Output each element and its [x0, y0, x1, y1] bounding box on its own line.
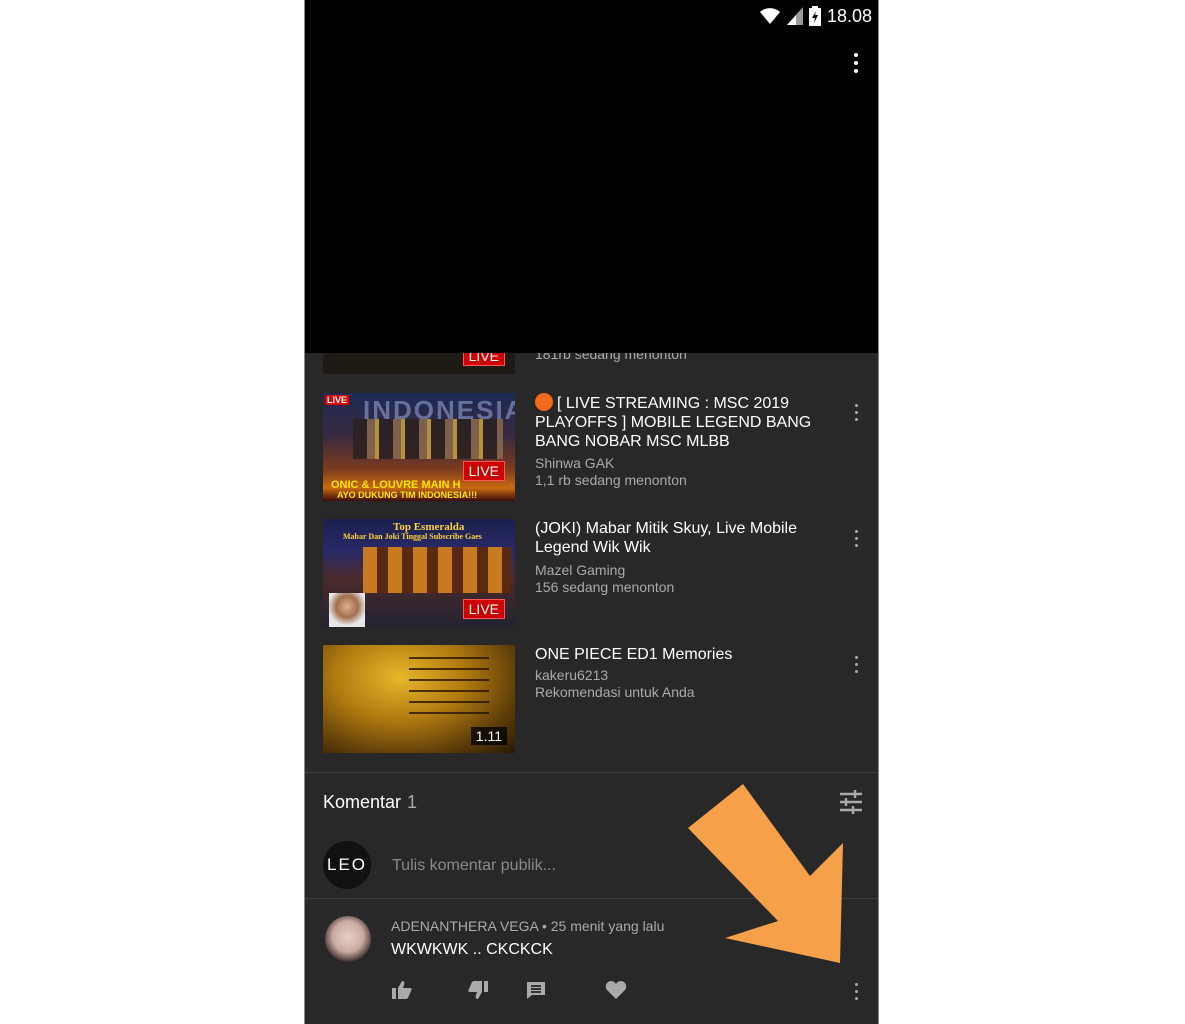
more-vert-icon[interactable]	[850, 401, 862, 423]
reply-icon[interactable]	[525, 980, 547, 1000]
heart-icon[interactable]	[605, 980, 627, 1000]
more-vert-icon[interactable]	[850, 653, 862, 675]
comments-title: Komentar 1	[323, 792, 417, 813]
live-indicator-icon	[535, 393, 553, 411]
list-item[interactable]: INDONESIA LIVE ONIC & LOUVRE MAIN H AYO …	[305, 393, 878, 503]
duration-badge: 1.11	[470, 727, 507, 745]
live-badge: LIVE	[462, 599, 505, 619]
avatar[interactable]	[325, 916, 371, 962]
comment-separator: •	[541, 918, 547, 934]
video-title: ONE PIECE ED1 Memories	[535, 646, 733, 663]
video-stat: 156 sedang menonton	[535, 579, 675, 595]
battery-icon	[808, 6, 821, 26]
live-badge: LIVE	[462, 461, 505, 481]
video-title: (JOKI) Mabar Mitik Skuy, Live Mobile Leg…	[535, 520, 797, 556]
comment-input[interactable]	[390, 852, 794, 880]
video-stat: Rekomendasi untuk Anda	[535, 684, 695, 700]
comment-header: ADENANTHERA VEGA • 25 menit yang lalu	[391, 918, 664, 934]
comments-header[interactable]: Komentar 1	[305, 772, 878, 833]
video-title: [ LIVE STREAMING : MSC 2019 PLAYOFFS ] M…	[535, 395, 812, 450]
thumb-caption: AYO DUKUNG TIM INDONESIA!!!	[337, 490, 478, 500]
thumb-live-corner: LIVE	[325, 395, 350, 405]
thumb-players	[353, 419, 503, 459]
more-vert-icon[interactable]	[850, 980, 862, 1002]
wifi-icon	[759, 8, 780, 24]
comment-text: WKWKWK .. CKCKCK	[391, 941, 553, 958]
video-thumbnail: INDONESIA LIVE ONIC & LOUVRE MAIN H AYO …	[323, 393, 515, 501]
list-item[interactable]: Top Esmeralda Mabar Dan Joki Tinggal Sub…	[305, 519, 878, 629]
channel-name: Mazel Gaming	[535, 562, 626, 578]
more-vert-icon[interactable]	[848, 50, 864, 76]
comments-label: Komentar	[323, 792, 402, 812]
thumb-credits	[409, 657, 489, 721]
sort-icon[interactable]	[838, 789, 864, 815]
video-stat: 1,1 rb sedang menonton	[535, 472, 687, 488]
comment-author[interactable]: ADENANTHERA VEGA	[391, 918, 538, 934]
dislike-icon[interactable]	[467, 980, 489, 1000]
comment-time: 25 menit yang lalu	[550, 918, 665, 934]
status-bar: 18.08	[759, 4, 872, 28]
video-player[interactable]: 18.08	[305, 0, 878, 353]
phone-screen: 18.08 LIVE 181rb sedang menonton INDONES…	[304, 0, 879, 1024]
comments-count: 1	[407, 792, 418, 812]
more-vert-icon[interactable]	[850, 527, 862, 549]
thumb-streamer	[329, 593, 365, 627]
video-thumbnail: 1.11	[323, 645, 515, 753]
thumb-heroes	[363, 547, 511, 593]
video-thumbnail: Top Esmeralda Mabar Dan Joki Tinggal Sub…	[323, 519, 515, 627]
channel-name: kakeru6213	[535, 667, 609, 683]
list-item[interactable]: 1.11 ONE PIECE ED1 Memories kakeru6213 R…	[305, 645, 878, 755]
signal-icon	[786, 7, 803, 25]
channel-name: Shinwa GAK	[535, 455, 615, 471]
thumb-caption: Mabar Dan Joki Tinggal Subscribe Gaes	[343, 532, 482, 541]
avatar[interactable]: LEO	[323, 841, 371, 889]
like-icon[interactable]	[391, 980, 413, 1000]
status-time: 18.08	[826, 5, 872, 26]
comment-compose: LEO	[305, 832, 878, 899]
comment-item: ADENANTHERA VEGA • 25 menit yang lalu WK…	[305, 898, 878, 1024]
